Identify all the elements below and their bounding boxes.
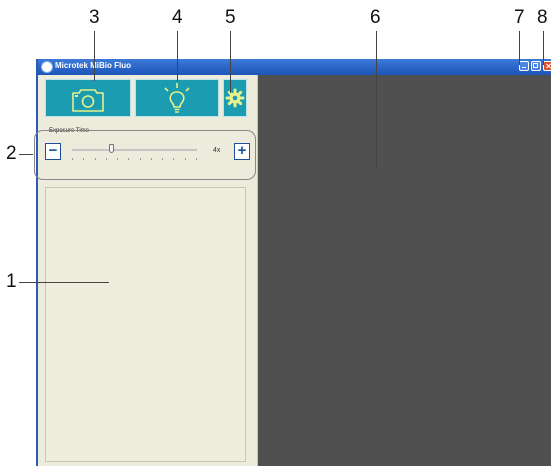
leader-line-5 [230, 31, 231, 93]
leader-line-6 [376, 31, 377, 169]
leader-line-4 [177, 31, 178, 81]
callout-6: 6 [370, 7, 381, 28]
leader-line-8 [543, 31, 544, 65]
camera-icon [72, 89, 104, 112]
callout-5: 5 [225, 7, 236, 28]
app-window: Microtek MiBio Fluo Exposure Time − 4x + [36, 59, 551, 466]
title-bar[interactable]: Microtek MiBio Fluo [38, 59, 551, 75]
callout-8: 8 [537, 7, 548, 28]
callout-2: 2 [6, 143, 17, 164]
window-title: Microtek MiBio Fluo [55, 61, 131, 70]
gear-icon [225, 88, 245, 108]
callout-1: 1 [6, 271, 17, 292]
callout-4: 4 [172, 7, 183, 28]
capture-button[interactable] [45, 79, 131, 117]
light-button[interactable] [135, 79, 219, 117]
microtek-logo-icon [41, 61, 53, 73]
image-list-panel[interactable] [45, 187, 246, 462]
callout-3: 3 [89, 7, 100, 28]
close-button[interactable] [543, 61, 551, 71]
leader-line-7 [519, 31, 520, 65]
leader-line-2 [19, 154, 33, 155]
callout-2-bracket [34, 130, 256, 180]
light-bulb-icon [164, 83, 190, 113]
callout-7: 7 [514, 7, 525, 28]
minimize-button[interactable] [519, 61, 529, 71]
maximize-button[interactable] [531, 61, 541, 71]
leader-line-1 [19, 282, 109, 283]
settings-button[interactable] [223, 79, 247, 117]
live-preview-area[interactable] [258, 75, 551, 466]
leader-line-3 [94, 31, 95, 81]
